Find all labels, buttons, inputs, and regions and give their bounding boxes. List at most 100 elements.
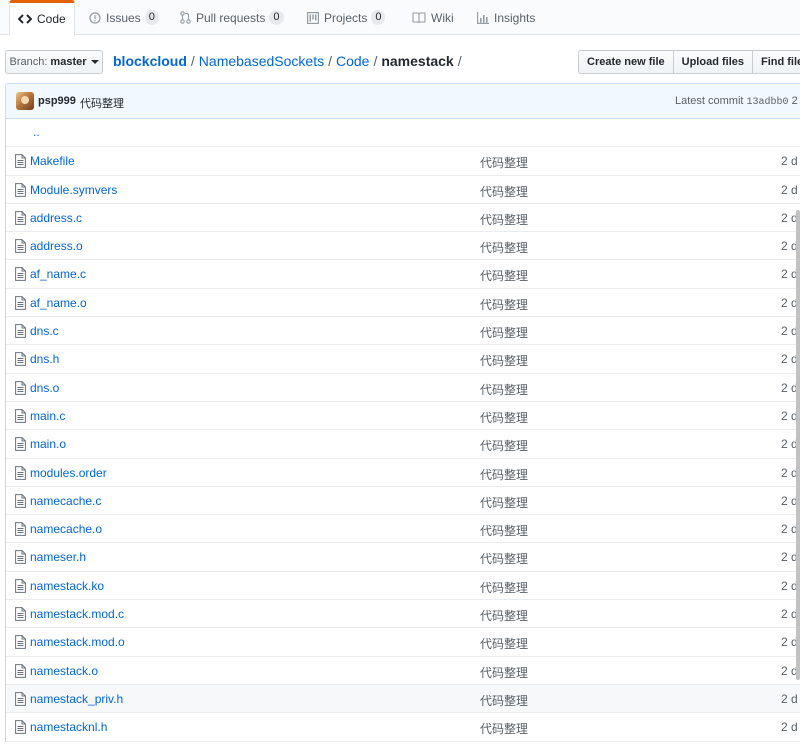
scrollbar-thumb[interactable] bbox=[796, 210, 800, 680]
table-row[interactable]: namestack_priv.h 代码整理 2 d bbox=[6, 684, 800, 714]
commit-sha-link[interactable]: 13adbb0 bbox=[747, 97, 789, 108]
table-row[interactable]: namestack.mod.c 代码整理 2 d bbox=[6, 600, 800, 629]
file-name-link[interactable]: af_name.c bbox=[30, 267, 86, 281]
tab-wiki-label: Wiki bbox=[431, 10, 454, 25]
file-table: .. Makefile 代码整理 2 d Module.symvers 代码整理 2 d a… bbox=[5, 119, 800, 742]
file-commit-message-link[interactable]: 代码整理 bbox=[480, 466, 528, 483]
file-name-link[interactable]: main.o bbox=[30, 437, 66, 451]
file-icon bbox=[15, 154, 26, 169]
file-commit-message-link[interactable]: 代码整理 bbox=[480, 239, 528, 256]
table-row[interactable]: main.c 代码整理 2 d bbox=[6, 401, 800, 431]
table-row[interactable]: af_name.o 代码整理 2 d bbox=[6, 288, 800, 318]
file-commit-message-link[interactable]: 代码整理 bbox=[480, 692, 528, 709]
file-icon bbox=[15, 720, 26, 735]
table-row[interactable]: namestacknl.h 代码整理 2 d bbox=[6, 713, 800, 742]
create-new-file-button[interactable]: Create new file bbox=[578, 50, 674, 74]
file-commit-message-link[interactable]: 代码整理 bbox=[480, 183, 528, 200]
tab-issues[interactable]: Issues 0 bbox=[81, 0, 167, 35]
file-icon bbox=[15, 522, 26, 537]
table-row[interactable]: dns.c 代码整理 2 d bbox=[6, 317, 800, 346]
file-icon bbox=[15, 635, 26, 650]
file-name-link[interactable]: dns.h bbox=[30, 352, 59, 366]
file-name-link[interactable]: namestacknl.h bbox=[30, 720, 107, 734]
table-row[interactable]: dns.o 代码整理 2 d bbox=[6, 373, 800, 402]
file-icon bbox=[15, 409, 26, 423]
repo-nav: Code Issues 0 Pull requests 0 Projects 0… bbox=[0, 0, 800, 36]
file-commit-message-link[interactable]: 代码整理 bbox=[480, 607, 528, 624]
file-commit-message-link[interactable]: 代码整理 bbox=[480, 409, 528, 426]
file-icon bbox=[15, 352, 26, 367]
file-name-link[interactable]: address.c bbox=[30, 211, 82, 225]
file-name-link[interactable]: namestack.mod.c bbox=[30, 607, 124, 621]
tab-pull-requests[interactable]: Pull requests 0 bbox=[172, 0, 292, 35]
commit-message-link[interactable]: 代码整理 bbox=[80, 95, 124, 111]
file-name-link[interactable]: address.o bbox=[30, 239, 83, 253]
file-name-link[interactable]: namestack.ko bbox=[30, 579, 104, 593]
file-name-link[interactable]: main.c bbox=[30, 409, 65, 423]
file-commit-message-link[interactable]: 代码整理 bbox=[480, 211, 528, 228]
file-name-link[interactable]: Makefile bbox=[30, 154, 75, 168]
file-age: 2 d bbox=[781, 182, 798, 197]
breadcrumb: blockcloud / NamebasedSockets / Code / namesta… bbox=[113, 53, 466, 69]
table-row[interactable]: Module.symvers 代码整理 2 d bbox=[6, 175, 800, 204]
table-row[interactable]: namecache.o 代码整理 2 d bbox=[6, 515, 800, 544]
upload-files-button[interactable]: Upload files bbox=[672, 50, 753, 74]
commit-author-link[interactable]: psp999 bbox=[38, 95, 76, 107]
file-commit-message-link[interactable]: 代码整理 bbox=[480, 324, 528, 341]
file-name-link[interactable]: nameser.h bbox=[30, 550, 86, 564]
avatar[interactable] bbox=[16, 92, 34, 110]
branch-select-button[interactable]: Branch: master bbox=[5, 50, 103, 74]
tab-code[interactable]: Code bbox=[9, 0, 75, 36]
file-commit-message-link[interactable]: 代码整理 bbox=[480, 664, 528, 681]
table-row[interactable]: nameser.h 代码整理 2 d bbox=[6, 543, 800, 572]
file-commit-message-link[interactable]: 代码整理 bbox=[480, 381, 528, 398]
table-row[interactable]: namestack.o 代码整理 2 d bbox=[6, 656, 800, 685]
breadcrumb-root-link[interactable]: blockcloud bbox=[113, 53, 187, 69]
file-commit-message-link[interactable]: 代码整理 bbox=[480, 579, 528, 596]
file-name-link[interactable]: modules.order bbox=[30, 466, 107, 480]
file-name-link[interactable]: dns.o bbox=[30, 381, 59, 395]
tab-projects[interactable]: Projects 0 bbox=[299, 0, 393, 35]
file-commit-message-link[interactable]: 代码整理 bbox=[480, 296, 528, 313]
file-commit-message-link[interactable]: 代码整理 bbox=[480, 154, 528, 171]
table-row[interactable]: namestack.mod.o 代码整理 2 d bbox=[6, 628, 800, 657]
file-commit-message-link[interactable]: 代码整理 bbox=[480, 550, 528, 567]
file-commit-message-link[interactable]: 代码整理 bbox=[480, 494, 528, 511]
file-commit-message-link[interactable]: 代码整理 bbox=[480, 635, 528, 652]
file-commit-message-link[interactable]: 代码整理 bbox=[480, 267, 528, 284]
file-name-link[interactable]: Module.symvers bbox=[30, 183, 117, 197]
table-row[interactable]: af_name.c 代码整理 2 d bbox=[6, 260, 800, 289]
breadcrumb-current: namestack bbox=[381, 53, 454, 69]
find-file-button[interactable]: Find file bbox=[751, 50, 800, 74]
file-name-link[interactable]: namestack.o bbox=[30, 664, 98, 678]
parent-dir-row[interactable]: .. bbox=[6, 119, 800, 148]
tab-insights[interactable]: Insights bbox=[469, 0, 543, 35]
breadcrumb-separator: / bbox=[457, 53, 462, 69]
file-icon bbox=[15, 324, 26, 338]
file-name-link[interactable]: namestack.mod.o bbox=[30, 635, 125, 649]
parent-dir-link[interactable]: .. bbox=[33, 125, 40, 139]
file-commit-message-link[interactable]: 代码整理 bbox=[480, 522, 528, 539]
table-row[interactable]: Makefile 代码整理 2 d bbox=[6, 147, 800, 176]
table-row[interactable]: namecache.c 代码整理 2 d bbox=[6, 486, 800, 516]
table-row[interactable]: modules.order 代码整理 2 d bbox=[6, 458, 800, 487]
file-name-link[interactable]: namecache.c bbox=[30, 494, 101, 508]
file-age: 2 d bbox=[781, 691, 798, 706]
file-commit-message-link[interactable]: 代码整理 bbox=[480, 352, 528, 369]
breadcrumb-link-namebasedsockets[interactable]: NamebasedSockets bbox=[199, 53, 324, 69]
table-row[interactable]: dns.h 代码整理 2 d bbox=[6, 345, 800, 374]
breadcrumb-separator: / bbox=[373, 53, 378, 69]
file-name-link[interactable]: dns.c bbox=[30, 324, 59, 338]
file-commit-message-link[interactable]: 代码整理 bbox=[480, 437, 528, 454]
tab-wiki[interactable]: Wiki bbox=[404, 0, 462, 35]
table-row[interactable]: address.c 代码整理 2 d bbox=[6, 203, 800, 233]
file-name-link[interactable]: af_name.o bbox=[30, 296, 87, 310]
issue-opened-icon bbox=[89, 11, 101, 24]
file-name-link[interactable]: namestack_priv.h bbox=[30, 692, 123, 706]
file-commit-message-link[interactable]: 代码整理 bbox=[480, 720, 528, 737]
file-name-link[interactable]: namecache.o bbox=[30, 522, 102, 536]
table-row[interactable]: namestack.ko 代码整理 2 d bbox=[6, 571, 800, 601]
breadcrumb-link-code[interactable]: Code bbox=[336, 53, 369, 69]
table-row[interactable]: address.o 代码整理 2 d bbox=[6, 232, 800, 261]
table-row[interactable]: main.o 代码整理 2 d bbox=[6, 430, 800, 459]
